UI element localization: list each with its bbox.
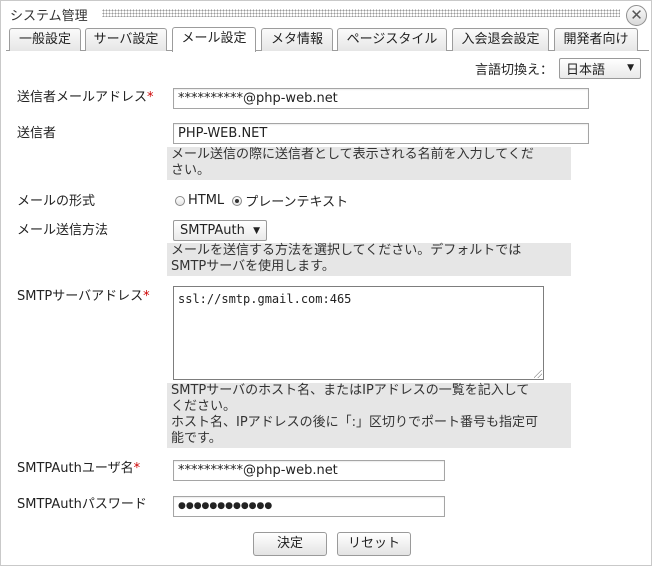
sender-name-label: 送信者 <box>17 126 57 141</box>
chevron-down-icon: ▼ <box>627 63 634 73</box>
smtp-address-value: ssl://smtp.gmail.com:465 <box>178 292 352 306</box>
tab-page-style[interactable]: ページスタイル <box>337 28 447 51</box>
smtp-password-field[interactable]: ●●●●●●●●●●●● <box>173 496 445 517</box>
tab-membership[interactable]: 入会退会設定 <box>452 28 549 51</box>
language-label: 言語切換え： <box>474 62 553 78</box>
smtp-address-label: SMTPサーバアドレス* <box>17 289 150 304</box>
tab-developer[interactable]: 開発者向け <box>554 28 638 51</box>
smtp-password-label: SMTPAuthパスワード <box>17 497 147 512</box>
system-admin-dialog: システム管理 ✕ 一般設定 サーバ設定 メール設定 メタ情報 ページスタイル 入… <box>0 0 652 566</box>
drag-handle[interactable] <box>102 9 620 17</box>
chevron-down-icon: ▼ <box>253 225 260 236</box>
sender-address-label: 送信者メールアドレス* <box>17 90 154 105</box>
send-method-help: メールを送信する方法を選択してください。デフォルトでは SMTPサーバを使用しま… <box>167 243 571 276</box>
window-title: システム管理 <box>10 9 88 24</box>
title-bar[interactable]: システム管理 ✕ <box>1 1 652 27</box>
sender-address-field[interactable]: **********@php-web.net <box>173 88 589 109</box>
required-mark: * <box>147 90 154 105</box>
tab-meta[interactable]: メタ情報 <box>261 28 333 51</box>
mail-format-label: メールの形式 <box>17 194 96 209</box>
smtp-address-help: SMTPサーバのホスト名、またはIPアドレスの一覧を記入して ください。 ホスト… <box>167 383 571 448</box>
smtp-address-textarea[interactable]: ssl://smtp.gmail.com:465 <box>173 286 544 380</box>
language-select[interactable]: 日本語 ▼ <box>559 57 641 79</box>
tab-bar: 一般設定 サーバ設定 メール設定 メタ情報 ページスタイル 入会退会設定 開発者… <box>6 27 649 52</box>
reset-button[interactable]: リセット <box>337 532 411 556</box>
radio-plain-text-label: プレーンテキスト <box>245 195 349 210</box>
language-switcher: 言語切換え： 日本語 ▼ <box>475 57 641 79</box>
smtp-user-label: SMTPAuthユーザ名* <box>17 461 141 476</box>
tab-general[interactable]: 一般設定 <box>9 28 81 51</box>
close-icon[interactable]: ✕ <box>626 5 647 26</box>
language-selected: 日本語 <box>566 62 606 78</box>
send-method-selected: SMTPAuth <box>180 223 245 238</box>
radio-html[interactable] <box>175 195 185 206</box>
send-method-label: メール送信方法 <box>17 223 109 238</box>
radio-html-label: HTML <box>188 193 225 208</box>
resize-handle[interactable] <box>534 370 542 378</box>
required-mark: * <box>133 461 141 476</box>
tab-mail[interactable]: メール設定 <box>172 27 256 52</box>
sender-name-help: メール送信の際に送信者として表示される名前を入力してくだ さい。 <box>167 147 571 180</box>
radio-plain-text[interactable] <box>232 195 243 206</box>
send-method-select[interactable]: SMTPAuth ▼ <box>173 220 267 241</box>
mail-format-radio-group: HTML プレーンテキスト <box>175 191 356 210</box>
smtp-user-field[interactable]: **********@php-web.net <box>173 460 445 481</box>
tab-server[interactable]: サーバ設定 <box>85 28 167 51</box>
submit-button[interactable]: 決定 <box>253 532 327 556</box>
required-mark: * <box>143 289 150 304</box>
sender-name-field[interactable]: PHP-WEB.NET <box>173 123 589 144</box>
